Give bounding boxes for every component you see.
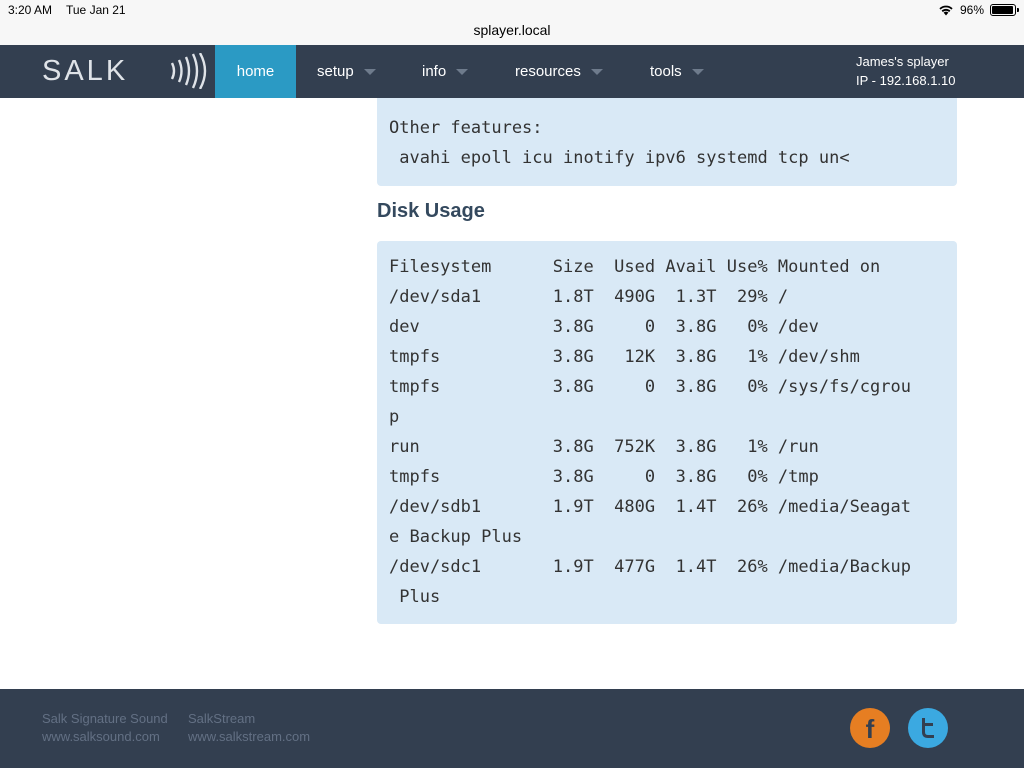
- nav-item-tools[interactable]: tools: [650, 45, 704, 98]
- code-line: Other features:: [389, 118, 543, 138]
- footer-title: Salk Signature Sound: [42, 711, 168, 726]
- footer-title: SalkStream: [188, 711, 256, 726]
- disk-header-line: Filesystem Size Used Avail Use% Mounted …: [389, 257, 881, 277]
- facebook-glyph: f: [866, 714, 875, 744]
- device-ip: IP - 192.168.1.10: [856, 73, 956, 88]
- footer-link-salksound[interactable]: www.salksound.com: [42, 728, 168, 746]
- nav-item-resources[interactable]: resources: [515, 45, 603, 98]
- nav-item-setup[interactable]: setup: [317, 45, 376, 98]
- code-line: avahi epoll icu inotify ipv6 systemd tcp…: [389, 148, 850, 168]
- nav-label-home: home: [236, 63, 275, 80]
- device-info: James's splayer IP - 192.168.1.10: [856, 52, 956, 90]
- disk-usage-block: Filesystem Size Used Avail Use% Mounted …: [377, 241, 957, 624]
- battery-icon: [990, 4, 1019, 16]
- disk-line: run 3.8G 752K 3.8G 1% /run: [389, 437, 819, 457]
- footer-salkstream: SalkStream www.salkstream.com: [188, 710, 310, 746]
- nav-label-tools: tools: [650, 63, 682, 80]
- nav-label-resources: resources: [515, 63, 581, 80]
- device-name: James's splayer: [856, 54, 949, 69]
- disk-line: /dev/sdb1 1.9T 480G 1.4T 26% /media/Seag…: [389, 497, 911, 517]
- status-right: 96%: [938, 3, 1019, 17]
- disk-line: tmpfs 3.8G 0 3.8G 0% /tmp: [389, 467, 819, 487]
- battery-fill: [992, 6, 1014, 14]
- disk-line: Plus: [389, 587, 441, 607]
- disk-line: tmpfs 3.8G 0 3.8G 0% /sys/fs/cgrou: [389, 377, 911, 397]
- status-date: Tue Jan 21: [66, 3, 126, 17]
- disk-line: dev 3.8G 0 3.8G 0% /dev: [389, 317, 819, 337]
- address-bar[interactable]: splayer.local: [0, 20, 1024, 45]
- status-time: 3:20 AM: [8, 3, 53, 17]
- nav-label-setup: setup: [317, 63, 354, 80]
- main-nav: SALK home setup info resources tools Jam…: [0, 45, 1024, 98]
- disk-line: /dev/sda1 1.8T 490G 1.3T 29% /: [389, 287, 789, 307]
- disk-line: p: [389, 407, 400, 427]
- wifi-icon: [939, 5, 953, 16]
- status-bar: 3:20 AM Tue Jan 21 96%: [0, 0, 1024, 20]
- salk-logo[interactable]: SALK: [40, 51, 210, 91]
- twitter-icon[interactable]: [908, 708, 948, 748]
- disk-line: e Backup Plus: [389, 527, 523, 547]
- other-features-block: Other features: avahi epoll icu inotify …: [377, 98, 957, 186]
- footer-link-salkstream[interactable]: www.salkstream.com: [188, 728, 310, 746]
- footer-salk-signature: Salk Signature Sound www.salksound.com: [42, 710, 168, 746]
- nav-label-info: info: [422, 63, 447, 80]
- svg-text:f: f: [866, 714, 875, 744]
- disk-usage-title: Disk Usage: [377, 200, 485, 222]
- disk-line: tmpfs 3.8G 12K 3.8G 1% /dev/shm: [389, 347, 860, 367]
- logo-text: SALK: [42, 55, 129, 87]
- nav-item-info[interactable]: info: [422, 45, 469, 98]
- chevron-down-icon: [590, 69, 603, 76]
- chevron-down-icon: [363, 69, 376, 76]
- chevron-down-icon: [691, 69, 704, 76]
- nav-item-home[interactable]: home: [215, 45, 296, 98]
- twitter-glyph: [922, 718, 934, 738]
- facebook-icon[interactable]: f: [850, 708, 890, 748]
- footer: Salk Signature Sound www.salksound.com S…: [0, 689, 1024, 768]
- battery-percent: 96%: [959, 3, 984, 17]
- sound-waves-icon: [170, 53, 207, 89]
- chevron-down-icon: [456, 69, 469, 76]
- disk-line: /dev/sdc1 1.9T 477G 1.4T 26% /media/Back…: [389, 557, 911, 577]
- url-text: splayer.local: [473, 22, 551, 38]
